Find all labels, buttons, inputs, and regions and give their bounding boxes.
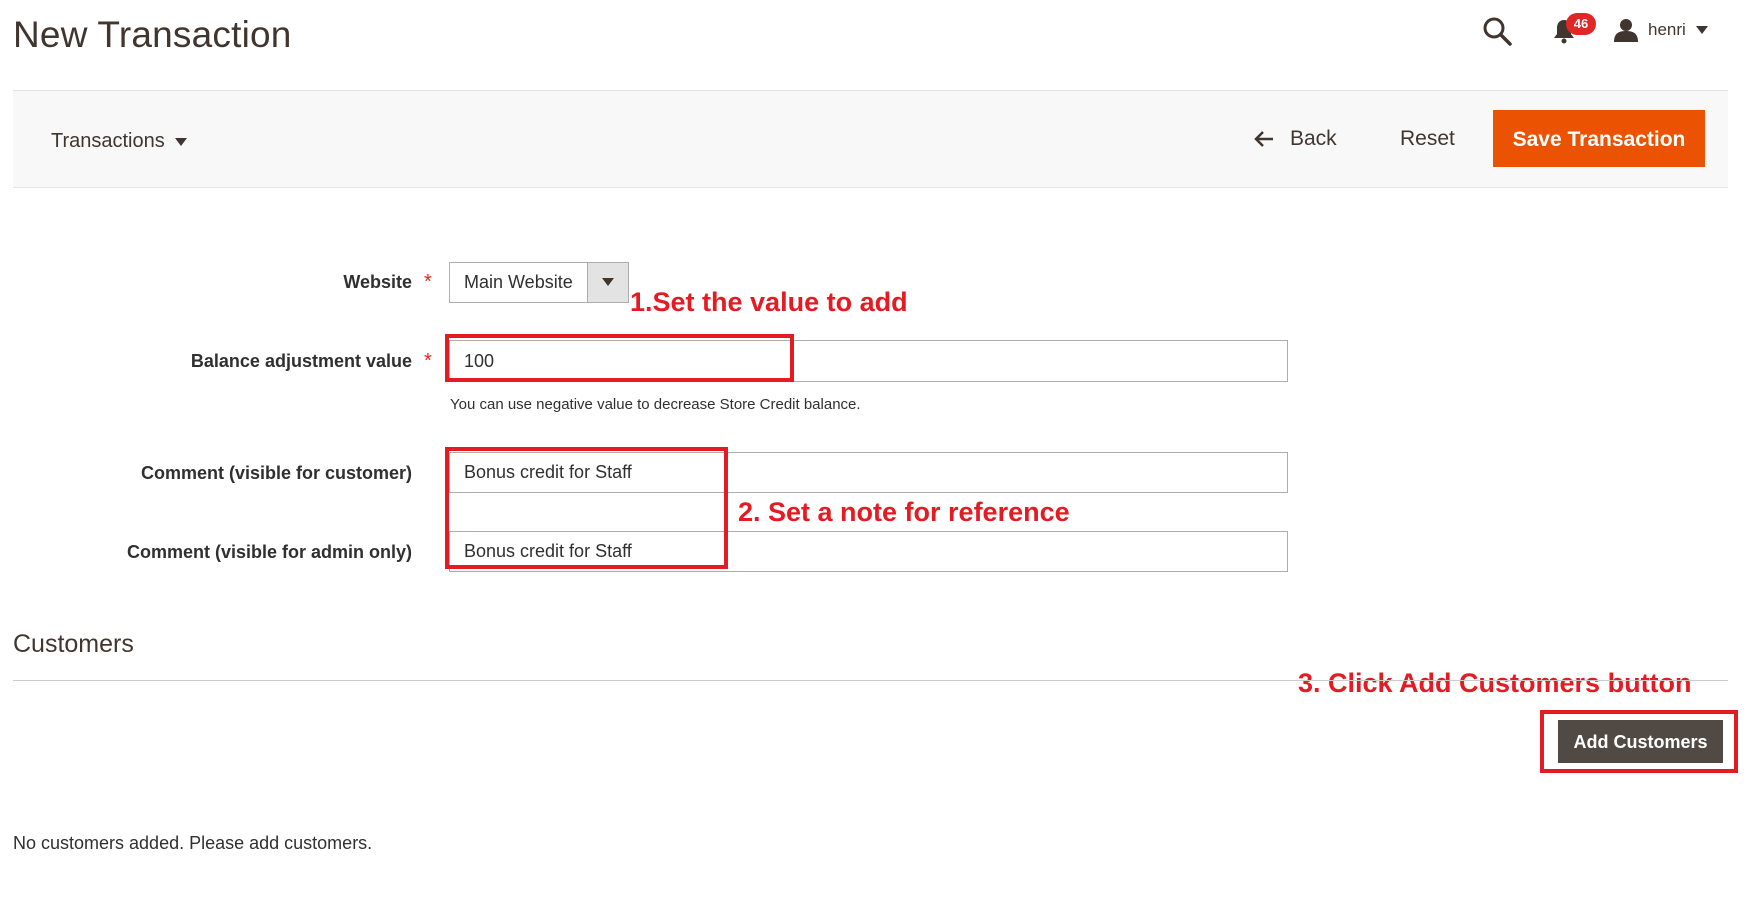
- transactions-dropdown[interactable]: Transactions: [51, 130, 187, 153]
- page-title: New Transaction: [13, 14, 292, 55]
- balance-label: Balance adjustment value: [190, 351, 412, 371]
- comment-admin-label: Comment (visible for admin only): [126, 542, 412, 562]
- transactions-dropdown-label: Transactions: [51, 130, 165, 152]
- website-select-value: Main Website: [464, 272, 573, 292]
- arrow-left-icon: [1254, 131, 1273, 147]
- required-marker: *: [424, 350, 432, 372]
- chevron-down-icon: [174, 137, 187, 146]
- reset-button[interactable]: Reset: [1400, 122, 1455, 156]
- notification-badge[interactable]: 46: [1566, 13, 1596, 35]
- website-select[interactable]: Main Website: [449, 262, 629, 303]
- required-marker: *: [424, 271, 432, 293]
- annotation-box-balance: [445, 334, 794, 382]
- page-actions-bar: [13, 90, 1728, 188]
- user-menu[interactable]: henri: [1614, 16, 1708, 44]
- back-button-label: Back: [1290, 127, 1337, 150]
- chevron-down-icon: [1695, 26, 1708, 34]
- annotation-step1: 1.Set the value to add: [630, 287, 908, 317]
- annotation-step3: 3. Click Add Customers button: [1298, 668, 1692, 698]
- no-customers-message: No customers added. Please add customers…: [13, 833, 373, 853]
- select-arrow-button[interactable]: [587, 263, 628, 302]
- annotation-box-comments: [445, 447, 728, 569]
- customers-section-title: Customers: [13, 630, 134, 658]
- website-label: Website: [343, 272, 412, 292]
- annotation-step2: 2. Set a note for reference: [738, 497, 1070, 527]
- add-customers-button[interactable]: Add Customers: [1558, 720, 1723, 763]
- search-icon[interactable]: [1482, 16, 1512, 46]
- chevron-down-icon: [602, 278, 614, 286]
- back-button[interactable]: Back: [1254, 122, 1337, 156]
- comment-customer-label: Comment (visible for customer): [140, 463, 412, 483]
- save-transaction-button[interactable]: Save Transaction: [1493, 110, 1705, 167]
- section-divider: [13, 680, 1728, 681]
- balance-note: You can use negative value to decrease S…: [450, 396, 861, 413]
- user-name: henri: [1648, 20, 1686, 39]
- user-icon: [1614, 19, 1638, 42]
